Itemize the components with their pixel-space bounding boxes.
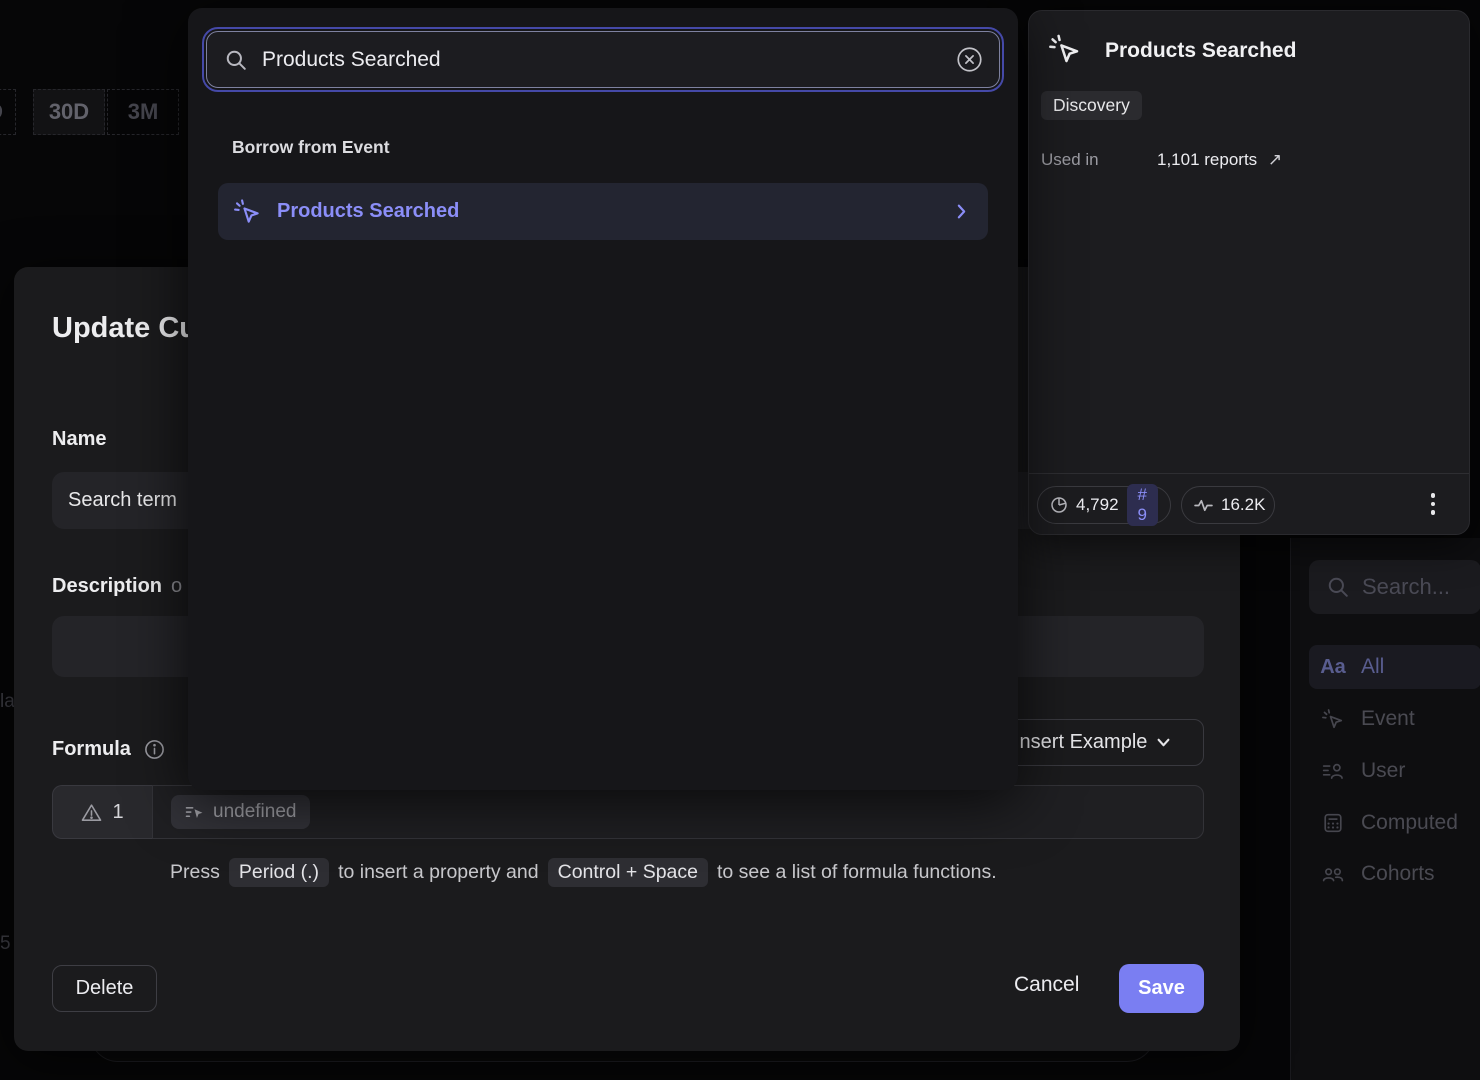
search-result-products-searched[interactable]: Products Searched xyxy=(218,183,988,240)
formula-error-indicator: 1 xyxy=(52,785,152,839)
sidebar-search-input[interactable]: Search... xyxy=(1309,560,1480,614)
name-input-value: Search term xyxy=(68,489,177,512)
search-query-value: Products Searched xyxy=(262,48,956,72)
insert-example-button[interactable]: Insert Example xyxy=(1000,719,1204,766)
formula-property-chip[interactable]: undefined xyxy=(171,795,310,829)
description-label-row: Description o xyxy=(52,575,182,598)
dropdown-search-input[interactable]: Products Searched xyxy=(206,31,1000,88)
borrow-from-event-section-label: Borrow from Event xyxy=(232,137,390,158)
formula-error-count: 1 xyxy=(112,801,123,824)
background-axis-number-fragment: 5 xyxy=(0,933,11,955)
clear-search-icon[interactable] xyxy=(956,46,983,73)
description-label: Description xyxy=(52,575,162,598)
event-cursor-icon xyxy=(1321,708,1345,730)
search-icon xyxy=(1327,576,1349,598)
app-root: D 30D 3M lay 5 Search... Aa All Event xyxy=(0,0,1480,1080)
time-range-clipped-button[interactable]: D xyxy=(0,89,16,135)
event-cursor-icon xyxy=(234,198,261,225)
computed-calculator-icon xyxy=(1321,813,1345,833)
formula-helper-text: Press Period (.) to insert a property an… xyxy=(170,858,997,887)
search-icon xyxy=(225,49,247,71)
save-button[interactable]: Save xyxy=(1119,964,1204,1013)
property-search-dropdown: Products Searched Borrow from Event Prod… xyxy=(188,8,1018,790)
sidebar-item-computed[interactable]: Computed xyxy=(1309,803,1480,843)
external-link-arrow-icon: ↗ xyxy=(1268,150,1282,169)
activity-pulse-icon xyxy=(1194,497,1213,514)
rank-badge: # 9 xyxy=(1127,484,1158,526)
pie-chart-icon xyxy=(1050,496,1068,514)
chevron-down-icon xyxy=(1157,738,1170,747)
event-details-card: Products Searched Discovery Used in 1,10… xyxy=(1028,10,1470,535)
activity-volume-pill[interactable]: 16.2K xyxy=(1181,486,1275,524)
sidebar-item-event[interactable]: Event xyxy=(1309,699,1480,739)
used-in-reports-link[interactable]: 1,101 reports ↗ xyxy=(1157,150,1282,170)
formula-input[interactable]: undefined xyxy=(152,785,1204,839)
event-count-pill[interactable]: 4,792 # 9 xyxy=(1037,486,1171,524)
delete-button[interactable]: Delete xyxy=(52,965,157,1012)
formula-label-row: Formula xyxy=(52,738,165,761)
kebab-menu-button[interactable] xyxy=(1421,488,1445,520)
text-aa-icon: Aa xyxy=(1321,656,1345,679)
card-title: Products Searched xyxy=(1105,39,1296,63)
property-type-sidebar: Search... Aa All Event User Computed xyxy=(1290,538,1480,1080)
kbd-period: Period (.) xyxy=(229,858,329,887)
property-lines-cursor-icon xyxy=(185,805,204,820)
user-profile-icon xyxy=(1321,761,1345,781)
event-cursor-icon xyxy=(1049,33,1081,65)
chevron-right-icon xyxy=(957,204,966,219)
card-stats-footer: 4,792 # 9 16.2K xyxy=(1029,473,1469,534)
sidebar-item-cohorts[interactable]: Cohorts xyxy=(1309,854,1480,894)
category-badge: Discovery xyxy=(1041,91,1142,120)
time-range-30d-button[interactable]: 30D xyxy=(33,89,105,135)
cancel-button[interactable]: Cancel xyxy=(1014,973,1079,997)
sidebar-item-user[interactable]: User xyxy=(1309,751,1480,791)
description-optional-fragment: o xyxy=(171,575,182,598)
time-range-3m-button[interactable]: 3M xyxy=(107,89,179,135)
formula-label: Formula xyxy=(52,738,131,761)
result-label: Products Searched xyxy=(277,200,941,223)
kbd-control-space: Control + Space xyxy=(548,858,708,887)
name-label: Name xyxy=(52,428,106,451)
sidebar-search-placeholder: Search... xyxy=(1362,574,1450,600)
info-icon[interactable] xyxy=(144,739,165,760)
cohorts-people-icon xyxy=(1321,865,1345,883)
used-in-label: Used in xyxy=(1041,150,1099,170)
modal-title: Update Cu xyxy=(52,312,197,345)
sidebar-item-all[interactable]: Aa All xyxy=(1309,645,1480,689)
warning-icon xyxy=(81,803,102,822)
